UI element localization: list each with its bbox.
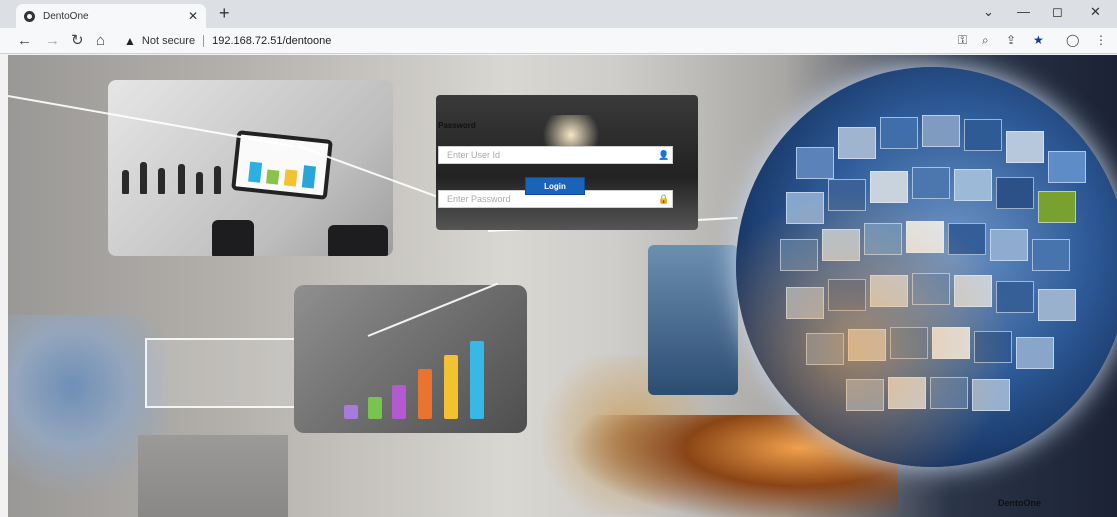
browser-tab[interactable]: DentoOne ✕ [16, 4, 206, 28]
home-icon[interactable]: ⌂ [96, 32, 105, 50]
user-id-field[interactable]: 👤 [438, 146, 673, 164]
tab-title: DentoOne [43, 10, 89, 22]
login-page-background: DentoOne [8, 55, 1117, 517]
business-illustration [108, 80, 393, 256]
url-text[interactable]: 192.168.72.51/dentoone [212, 35, 331, 47]
maximize-button[interactable]: ◻ [1052, 4, 1063, 20]
reload-icon[interactable]: ↻ [71, 32, 84, 50]
profile-icon[interactable]: ◯ [1066, 33, 1079, 47]
password-label: Password [438, 121, 476, 130]
zoom-icon[interactable]: ⌕ [982, 33, 989, 48]
decorative-panel [648, 245, 738, 395]
tab-list-icon[interactable]: ⌄ [983, 4, 994, 20]
key-icon[interactable]: ⚿ [958, 33, 967, 48]
new-tab-button[interactable]: + [219, 3, 230, 24]
address-separator [203, 35, 205, 47]
bar-chart-illustration [294, 285, 527, 433]
warning-icon: ▲ [124, 34, 136, 48]
back-arrow-icon[interactable]: ← [17, 32, 32, 50]
login-button[interactable]: Login [525, 177, 585, 195]
globe-image [736, 67, 1117, 467]
star-icon[interactable]: ★ [1033, 33, 1044, 47]
address-bar[interactable]: ▲ Not secure 192.168.72.51/dentoone [124, 32, 944, 50]
menu-icon[interactable]: ⋮ [1095, 33, 1107, 47]
forward-arrow-icon[interactable]: → [45, 32, 60, 50]
browser-toolbar: ← → ↻ ⌂ ▲ Not secure 192.168.72.51/dento… [0, 28, 1117, 54]
share-icon[interactable]: ⇪ [1006, 33, 1016, 47]
tablet-chart-image [231, 130, 333, 200]
footer-brand: DentoOne [998, 498, 1042, 508]
background-blur [138, 435, 288, 517]
tab-close-icon[interactable]: ✕ [188, 9, 198, 23]
security-label[interactable]: Not secure [142, 35, 195, 47]
user-id-input[interactable] [439, 147, 656, 163]
lock-icon: 🔒 [658, 193, 670, 204]
user-icon: 👤 [658, 149, 670, 160]
globe-icon [24, 10, 35, 22]
close-window-button[interactable]: ✕ [1090, 4, 1101, 20]
browser-tab-strip: DentoOne ✕ + ⌄ — ◻ ✕ [0, 0, 1117, 28]
minimize-button[interactable]: — [1017, 4, 1030, 19]
